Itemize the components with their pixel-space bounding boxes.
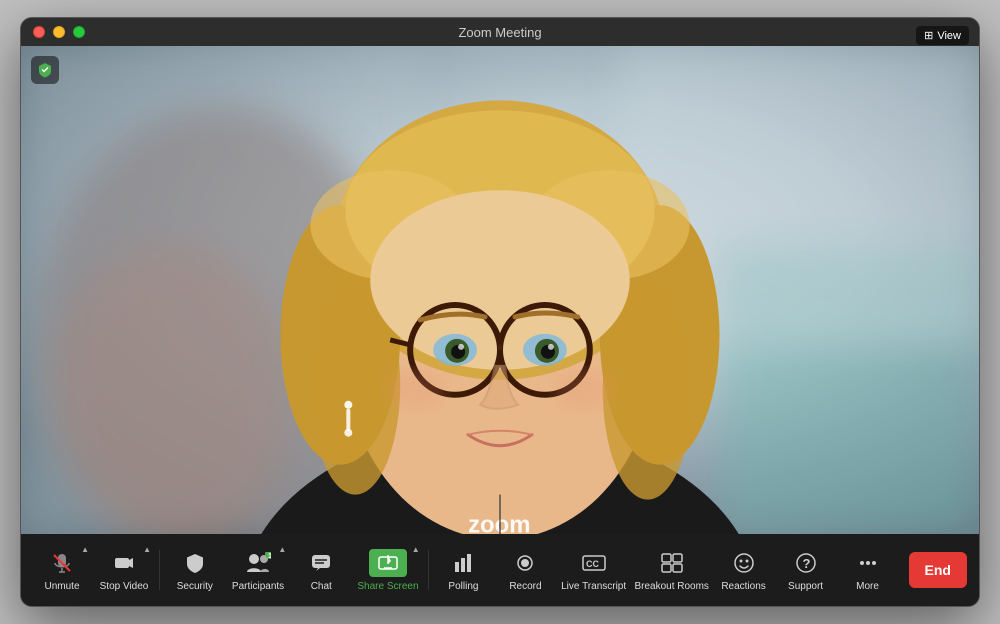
separator-2 [428,550,429,590]
window-title: Zoom Meeting [458,25,541,40]
support-label: Support [788,581,823,592]
more-icon [857,549,879,577]
window-controls [33,26,85,38]
view-icon: ⊞ [924,29,933,42]
separator-1 [159,550,160,590]
share-screen-label: Share Screen [357,581,418,592]
participants-label: Participants [232,581,284,592]
security-button[interactable]: Security [166,543,224,598]
chat-button[interactable]: Chat [292,543,350,598]
share-screen-chevron: ▲ [412,545,420,554]
reactions-icon [733,549,755,577]
video-background: zoom [21,46,979,534]
support-button[interactable]: ? Support [777,543,835,598]
live-transcript-icon: CC [581,549,607,577]
stop-video-label: Stop Video [100,581,149,592]
shield-icon [37,62,53,78]
record-button[interactable]: Record [496,543,554,598]
minimize-button[interactable] [53,26,65,38]
polling-label: Polling [448,581,478,592]
camera-icon [113,549,135,577]
unmute-button[interactable]: Unmute ▲ [33,543,91,598]
security-label: Security [177,581,213,592]
participants-icon: 1 [245,549,271,577]
support-icon: ? [795,549,817,577]
more-button[interactable]: More [839,543,897,598]
participants-chevron: ▲ [278,545,286,554]
video-feed-area: zoom [21,46,979,534]
more-label: More [856,581,879,592]
share-screen-icon [369,549,407,577]
record-icon [514,549,536,577]
unmute-chevron: ▲ [81,545,89,554]
security-icon [184,549,206,577]
svg-text:CC: CC [586,559,599,569]
participants-button[interactable]: 1 Participants ▲ [228,543,288,598]
polling-icon [452,549,474,577]
reactions-button[interactable]: Reactions [715,543,773,598]
breakout-rooms-button[interactable]: Breakout Rooms [633,543,711,598]
chat-label: Chat [311,581,332,592]
breakout-rooms-label: Breakout Rooms [634,581,708,592]
svg-text:?: ? [802,556,810,571]
microphone-icon [51,549,73,577]
chat-icon [310,549,332,577]
live-transcript-button[interactable]: CC Live Transcript [558,543,628,598]
close-button[interactable] [33,26,45,38]
view-label: View [937,30,961,42]
reactions-label: Reactions [721,581,765,592]
record-label: Record [509,581,541,592]
polling-button[interactable]: Polling [434,543,492,598]
live-transcript-label: Live Transcript [561,581,626,592]
share-screen-button[interactable]: Share Screen ▲ [354,543,421,598]
end-button[interactable]: End [909,552,967,588]
title-bar: Zoom Meeting ⊞ View [21,18,979,46]
unmute-label: Unmute [44,581,79,592]
stop-video-chevron: ▲ [143,545,151,554]
breakout-rooms-icon [660,549,684,577]
security-badge[interactable] [31,56,59,84]
toolbar: Unmute ▲ Stop Video ▲ Security [21,534,979,606]
zoom-window: Zoom Meeting ⊞ View [20,17,980,607]
stop-video-button[interactable]: Stop Video ▲ [95,543,153,598]
maximize-button[interactable] [73,26,85,38]
svg-text:1: 1 [268,553,271,560]
view-button[interactable]: ⊞ View [916,26,969,45]
